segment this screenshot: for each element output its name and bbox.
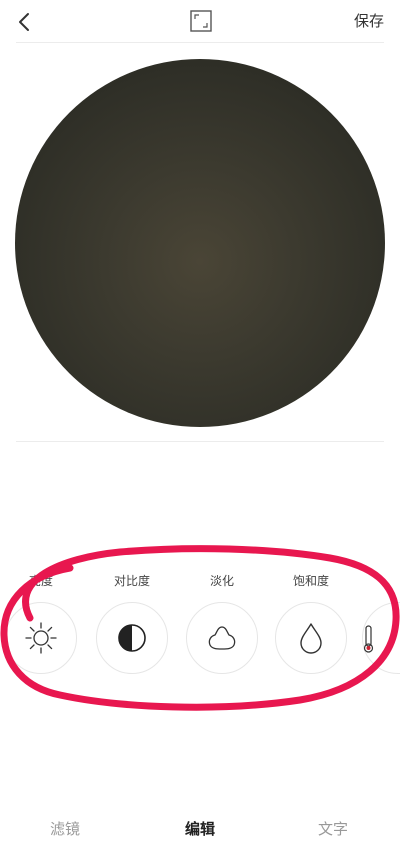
tool-label-contrast: 对比度 bbox=[113, 574, 150, 588]
tool-brightness[interactable]: 亮度 bbox=[4, 572, 78, 674]
crop-frame-icon bbox=[190, 10, 212, 32]
tool-button-contrast[interactable] bbox=[96, 602, 168, 674]
contrast-half-circle-icon bbox=[118, 624, 146, 652]
back-button[interactable] bbox=[10, 8, 38, 36]
photo-editor-screen: 保存 亮度 对比度 淡化 饱和度 滤镜 编辑 文字 bbox=[0, 0, 400, 851]
bottom-tab-bar: 滤镜 编辑 文字 bbox=[0, 810, 400, 851]
top-divider bbox=[16, 42, 384, 43]
tab-filters[interactable]: 滤镜 bbox=[50, 818, 80, 840]
tool-label-saturation: 饱和度 bbox=[292, 574, 329, 588]
chevron-left-icon bbox=[19, 13, 29, 31]
tool-fade[interactable]: 淡化 bbox=[185, 572, 259, 674]
top-bar: 保存 bbox=[0, 0, 400, 42]
tab-edit[interactable]: 编辑 bbox=[185, 818, 215, 840]
tool-label-temperature bbox=[362, 572, 400, 590]
image-preview bbox=[15, 59, 385, 427]
preview-divider bbox=[16, 441, 384, 442]
save-button[interactable]: 保存 bbox=[354, 10, 384, 32]
fade-blob-icon bbox=[208, 626, 236, 650]
tool-button-brightness[interactable] bbox=[5, 602, 77, 674]
edit-tools-row: 亮度 对比度 淡化 饱和度 bbox=[0, 572, 400, 692]
tool-button-saturation[interactable] bbox=[275, 602, 347, 674]
tool-button-temperature[interactable] bbox=[362, 602, 400, 674]
tab-text[interactable]: 文字 bbox=[318, 818, 348, 840]
crop-button[interactable] bbox=[189, 9, 213, 33]
temperature-thermometer-icon bbox=[363, 625, 374, 653]
brightness-sun-icon bbox=[25, 622, 57, 654]
tool-button-fade[interactable] bbox=[186, 602, 258, 674]
tool-temperature[interactable] bbox=[362, 572, 400, 674]
saturation-drop-icon bbox=[300, 623, 322, 654]
tool-label-brightness: 亮度 bbox=[28, 574, 53, 588]
tool-contrast[interactable]: 对比度 bbox=[95, 572, 169, 674]
tool-saturation[interactable]: 饱和度 bbox=[274, 572, 348, 674]
tool-label-fade: 淡化 bbox=[209, 574, 234, 588]
